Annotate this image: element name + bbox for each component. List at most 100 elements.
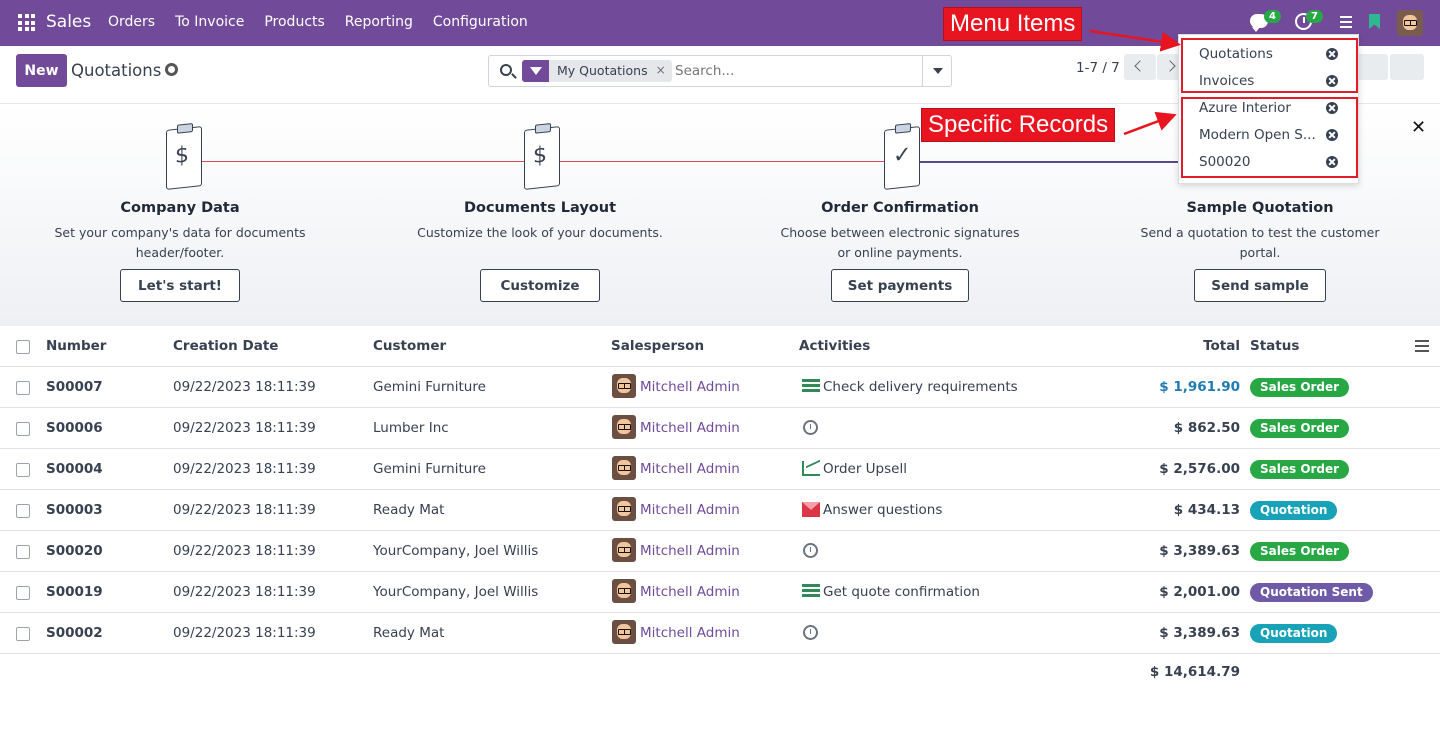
col-customer[interactable]: Customer [373, 338, 446, 354]
task-icon[interactable] [802, 584, 820, 599]
salesperson-avatar [612, 374, 636, 398]
creation-date: 09/22/2023 18:11:39 [173, 584, 316, 600]
step-desc: Send a quotation to test the customer por… [1140, 225, 1380, 260]
salesperson-avatar [612, 497, 636, 521]
salesperson[interactable]: Mitchell Admin [640, 584, 740, 600]
salesperson[interactable]: Mitchell Admin [640, 379, 740, 395]
status-badge: Sales Order [1250, 419, 1350, 438]
table-header: Number Creation Date Customer Salesperso… [0, 326, 1440, 367]
salesperson[interactable]: Mitchell Admin [640, 625, 740, 641]
customer: Gemini Furniture [373, 379, 486, 395]
salesperson[interactable]: Mitchell Admin [640, 502, 740, 518]
order-total: $ 3,389.63 [1159, 543, 1240, 559]
order-number: S00004 [46, 461, 103, 477]
customize-button[interactable]: Customize [480, 269, 600, 302]
row-checkbox[interactable] [16, 545, 30, 559]
salesperson-avatar [612, 538, 636, 562]
table-row[interactable]: S00002 09/22/2023 18:11:39 Ready Mat Mitche… [0, 613, 1440, 654]
menu-items-arrow [1089, 29, 1181, 52]
task-icon[interactable] [802, 379, 820, 394]
set-payments-button[interactable]: Set payments [831, 269, 969, 302]
salesperson-avatar [612, 415, 636, 439]
clock-icon[interactable] [803, 420, 818, 435]
customer: Ready Mat [373, 502, 445, 518]
send-sample-button[interactable]: Send sample [1194, 269, 1326, 302]
salesperson-avatar [612, 456, 636, 480]
step-title: Order Confirmation [821, 200, 979, 216]
col-status[interactable]: Status [1250, 338, 1299, 354]
step-desc: Set your company's data for documents hea… [54, 225, 306, 260]
table-row[interactable]: S00020 09/22/2023 18:11:39 YourCompany, Jo… [0, 531, 1440, 572]
col-salesperson[interactable]: Salesperson [611, 338, 704, 354]
col-number[interactable]: Number [46, 338, 106, 354]
customer: YourCompany, Joel Willis [373, 584, 539, 600]
step-title: Documents Layout [463, 200, 617, 216]
order-number: S00020 [46, 543, 103, 559]
order-total: $ 2,576.00 [1159, 461, 1240, 477]
creation-date: 09/22/2023 18:11:39 [173, 625, 316, 641]
table-row[interactable]: S00004 09/22/2023 18:11:39 Gemini Furnitur… [0, 449, 1440, 490]
order-total: $ 2,001.00 [1159, 584, 1240, 600]
customer: Lumber Inc [373, 420, 449, 436]
customer: Ready Mat [373, 625, 445, 641]
order-total: $ 434.13 [1173, 502, 1240, 518]
order-number: S00006 [46, 420, 103, 436]
salesperson-avatar [612, 579, 636, 603]
status-badge: Sales Order [1250, 460, 1350, 479]
step-title: Company Data [120, 200, 240, 216]
creation-date: 09/22/2023 18:11:39 [173, 502, 316, 518]
col-total[interactable]: Total [1203, 338, 1240, 354]
order-number: S00003 [46, 502, 103, 518]
activity-summary: Order Upsell [823, 461, 907, 477]
salesperson[interactable]: Mitchell Admin [640, 420, 740, 436]
step-title: Sample Quotation [1186, 200, 1334, 216]
salesperson[interactable]: Mitchell Admin [640, 461, 740, 477]
row-checkbox[interactable] [16, 627, 30, 641]
upsell-icon[interactable] [802, 461, 820, 476]
order-total: $ 862.50 [1173, 420, 1240, 436]
grand-total: $ 14,614.79 [1149, 664, 1240, 680]
table-row[interactable]: S00003 09/22/2023 18:11:39 Ready Mat Mitche… [0, 490, 1440, 531]
clock-icon[interactable] [803, 543, 818, 558]
row-checkbox[interactable] [16, 504, 30, 518]
step-desc: Customize the look of your documents. [417, 225, 663, 240]
activity-summary: Check delivery requirements [823, 379, 1018, 395]
creation-date: 09/22/2023 18:11:39 [173, 461, 316, 477]
status-badge: Quotation [1250, 624, 1338, 643]
records-arrow [1123, 111, 1177, 136]
salesperson-avatar [612, 620, 636, 644]
optional-columns-icon[interactable] [1415, 340, 1429, 352]
creation-date: 09/22/2023 18:11:39 [173, 379, 316, 395]
order-total: $ 3,389.63 [1159, 625, 1240, 641]
customer: YourCompany, Joel Willis [373, 543, 539, 559]
col-activities[interactable]: Activities [799, 338, 870, 354]
clock-icon[interactable] [803, 625, 818, 640]
table-row[interactable]: S00019 09/22/2023 18:11:39 YourCompany, Jo… [0, 572, 1440, 613]
status-badge: Quotation Sent [1250, 583, 1373, 602]
callout-arrows [1089, 29, 1181, 136]
status-badge: Sales Order [1250, 378, 1350, 397]
order-number: S00007 [46, 379, 103, 395]
step-desc: Choose between electronic signatures or o… [780, 225, 1020, 260]
status-badge: Sales Order [1250, 542, 1350, 561]
table-row[interactable]: S00007 09/22/2023 18:11:39 Gemini Furnitur… [0, 367, 1440, 408]
col-date[interactable]: Creation Date [173, 338, 278, 354]
status-badge: Quotation [1250, 501, 1338, 520]
row-checkbox[interactable] [16, 381, 30, 395]
salesperson[interactable]: Mitchell Admin [640, 543, 740, 559]
row-checkbox[interactable] [16, 463, 30, 477]
row-checkbox[interactable] [16, 586, 30, 600]
creation-date: 09/22/2023 18:11:39 [173, 543, 316, 559]
order-number: S00019 [46, 584, 103, 600]
select-all-checkbox[interactable] [16, 340, 30, 354]
activity-summary: Get quote confirmation [823, 584, 980, 600]
activity-summary: Answer questions [823, 502, 943, 518]
creation-date: 09/22/2023 18:11:39 [173, 420, 316, 436]
lets-start-button[interactable]: Let's start! [120, 269, 240, 302]
row-checkbox[interactable] [16, 422, 30, 436]
order-number: S00002 [46, 625, 103, 641]
table-row[interactable]: S00006 09/22/2023 18:11:39 Lumber Inc Mitch… [0, 408, 1440, 449]
mail-icon[interactable] [802, 502, 820, 517]
customer: Gemini Furniture [373, 461, 486, 477]
order-total: $ 1,961.90 [1159, 379, 1240, 395]
